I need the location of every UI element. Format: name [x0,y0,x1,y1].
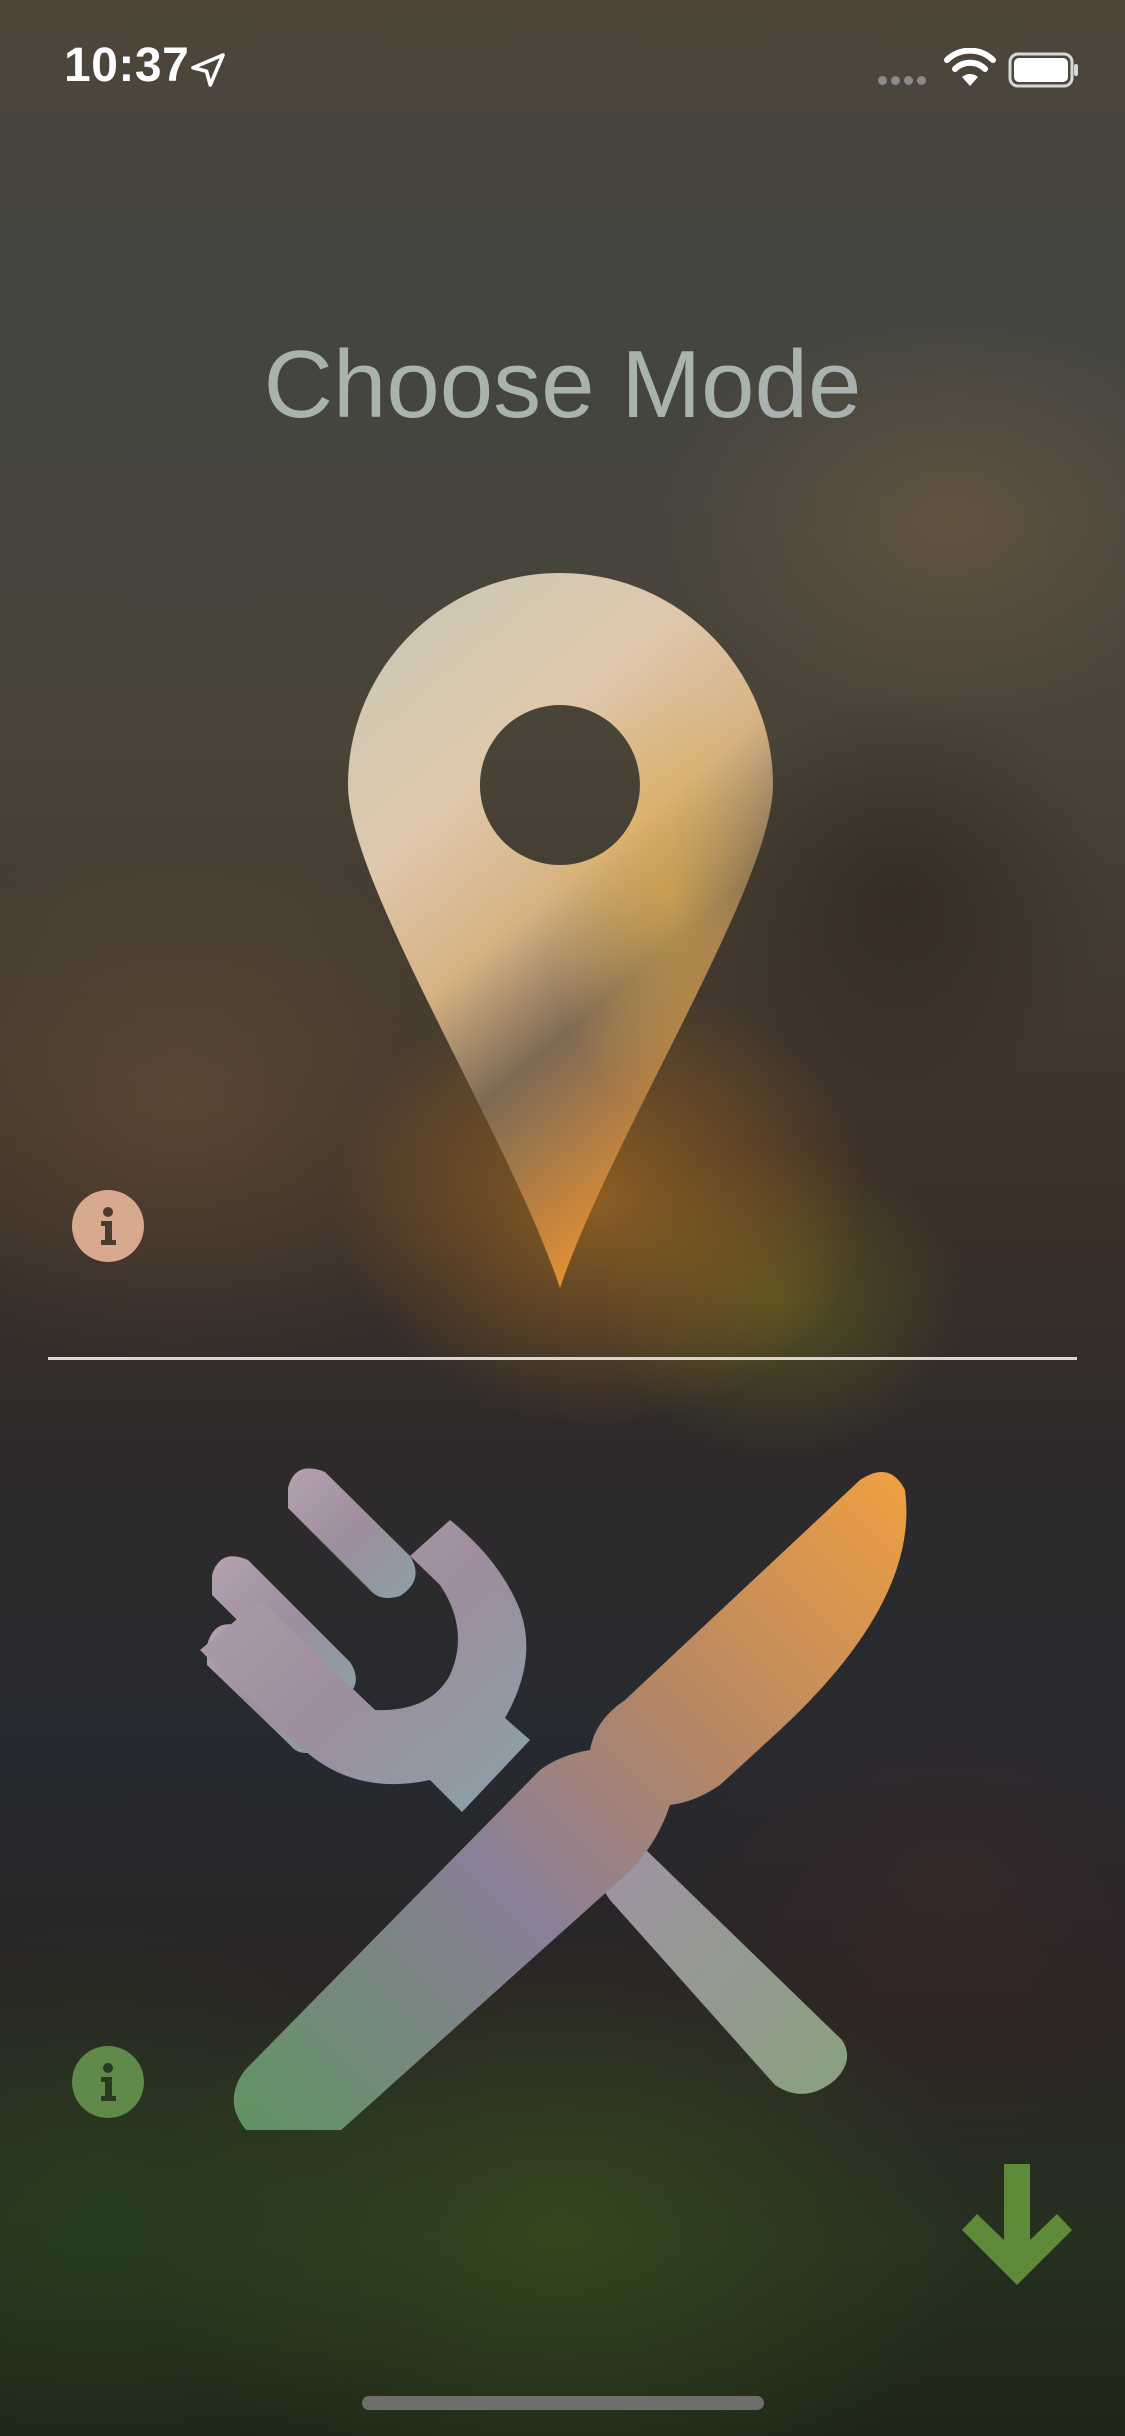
home-indicator[interactable] [362,2396,764,2410]
info-icon [72,2046,144,2118]
screen-title: Choose Mode [0,330,1125,440]
info-icon [72,1190,144,1262]
battery-icon [1008,52,1080,88]
cellular-signal-icon [878,72,930,90]
location-info-button[interactable] [72,1190,144,1262]
food-info-button[interactable] [72,2046,144,2118]
fork-knife-icon[interactable] [200,1450,920,2130]
status-bar: 10:37 [0,0,1125,140]
wifi-icon [944,48,996,88]
status-time: 10:37 [64,38,189,93]
arrow-down-icon[interactable] [962,2164,1072,2288]
location-arrow-icon [190,52,226,88]
mode-divider [48,1357,1077,1360]
map-pin-icon[interactable] [348,573,773,1288]
